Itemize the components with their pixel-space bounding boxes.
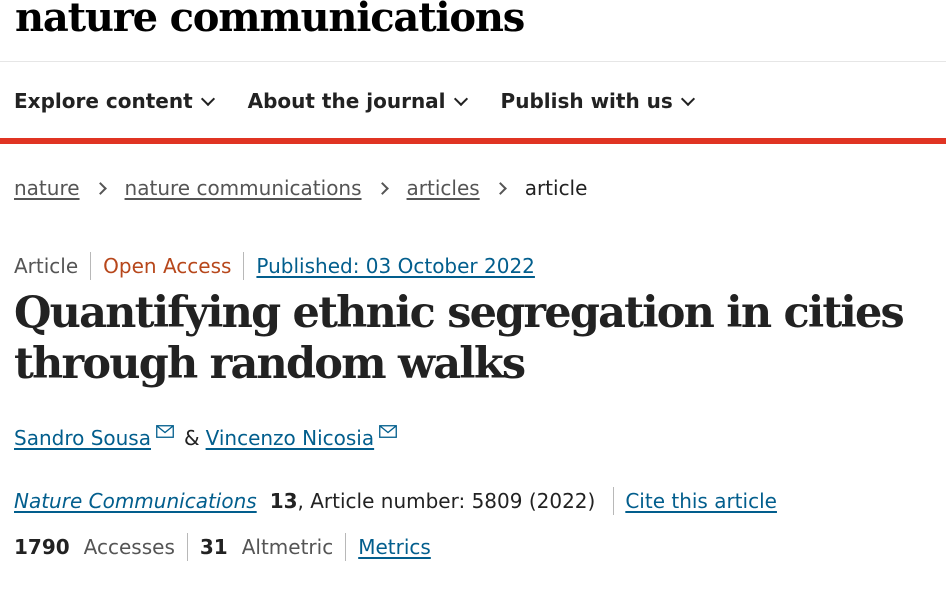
accesses-count: 1790 [14, 535, 70, 559]
article-meta: Article Open Access Published: 03 Octobe… [14, 252, 535, 280]
nav-about-the-journal[interactable]: About the journal [247, 89, 468, 113]
author-link-vincenzo-nicosia[interactable]: Vincenzo Nicosia [206, 426, 375, 450]
divider [90, 252, 92, 280]
published-date-link[interactable]: Published: 03 October 2022 [256, 254, 535, 278]
author-link-sandro-sousa[interactable]: Sandro Sousa [14, 426, 151, 450]
article-title: Quantifying ethnic segregation in cities… [14, 288, 905, 389]
breadcrumb: nature nature communications articles ar… [14, 174, 587, 202]
chevron-down-icon [200, 91, 215, 106]
chevron-down-icon [453, 91, 468, 106]
breadcrumb-link-articles[interactable]: articles [407, 176, 480, 200]
main-nav: Explore content About the journal Publis… [14, 86, 728, 116]
nav-explore-content[interactable]: Explore content [14, 89, 215, 113]
site-logo[interactable]: nature communications [15, 0, 525, 46]
chevron-right-icon [493, 181, 507, 195]
cite-this-article-link[interactable]: Cite this article [625, 489, 777, 513]
nav-item-label: About the journal [247, 89, 446, 113]
divider [613, 487, 615, 515]
chevron-right-icon [93, 181, 107, 195]
breadcrumb-link-nature[interactable]: nature [14, 176, 80, 200]
header-divider [0, 61, 946, 62]
article-metrics: 1790 Accesses 31 Altmetric Metrics [14, 532, 431, 562]
nav-item-label: Explore content [14, 89, 193, 113]
mail-icon[interactable] [156, 424, 174, 438]
metrics-link[interactable]: Metrics [358, 535, 431, 559]
chevron-down-icon [680, 91, 695, 106]
divider [243, 252, 245, 280]
open-access-label: Open Access [103, 254, 232, 278]
author-list: Sandro Sousa & Vincenzo Nicosia [14, 424, 398, 452]
altmetric-count: 31 [199, 535, 228, 559]
nav-item-label: Publish with us [500, 89, 673, 113]
divider [345, 533, 347, 561]
divider [186, 533, 188, 561]
author-separator: & [183, 426, 200, 450]
article-type: Article [14, 254, 79, 278]
accent-bar [0, 138, 946, 144]
journal-volume: 13 [269, 489, 298, 513]
citation-line: Nature Communications 13 , Article numbe… [14, 486, 777, 516]
article-number: , Article number: 5809 (2022) [297, 489, 596, 513]
journal-name-link[interactable]: Nature Communications [14, 489, 257, 513]
chevron-right-icon [375, 181, 389, 195]
accesses-label: Accesses [83, 535, 175, 559]
mail-icon[interactable] [379, 424, 398, 438]
breadcrumb-current: article [524, 176, 588, 200]
breadcrumb-link-nature-communications[interactable]: nature communications [125, 176, 362, 200]
altmetric-label: Altmetric [241, 535, 334, 559]
nav-publish-with-us[interactable]: Publish with us [500, 89, 695, 113]
